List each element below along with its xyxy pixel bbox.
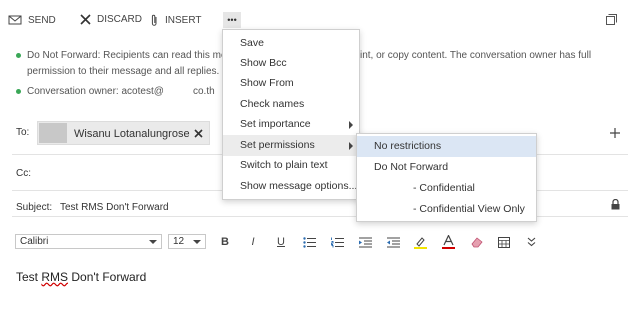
menu-item-check-names[interactable]: Check names <box>223 94 359 115</box>
more-options-menu: Save Show Bcc Show From Check names Set … <box>222 29 360 200</box>
menu-item-show-from[interactable]: Show From <box>223 73 359 94</box>
recipient-name: Wisanu Lotanalungrose <box>74 128 190 140</box>
font-color-icon <box>441 235 455 249</box>
indent-button[interactable] <box>357 234 373 250</box>
popout-button[interactable] <box>606 14 617 28</box>
more-options-button[interactable]: ••• <box>223 12 241 28</box>
owner-notice: Conversation owner: acotest@ <box>16 86 164 97</box>
recipient-chip[interactable]: Wisanu Lotanalungrose <box>37 121 210 145</box>
numbering-icon <box>330 237 344 247</box>
policy-notice: Do Not Forward: Recipients can read this… <box>16 50 232 61</box>
chevron-right-icon <box>349 121 353 129</box>
submenu-item-confidential-view-only[interactable]: - Confidential View Only <box>357 199 536 220</box>
insert-label: INSERT <box>165 15 202 26</box>
table-button[interactable] <box>496 234 512 250</box>
paperclip-icon <box>151 14 157 26</box>
outdent-icon <box>386 237 400 247</box>
policy-text-line2: permission to their message and all repl… <box>27 66 220 77</box>
avatar <box>39 123 67 143</box>
chevron-down-icon <box>149 240 157 244</box>
discard-button[interactable]: DISCARD <box>80 14 142 25</box>
close-icon <box>80 14 91 25</box>
highlight-icon <box>413 236 427 249</box>
menu-item-save[interactable]: Save <box>223 33 359 54</box>
message-body[interactable]: Test RMS Don't Forward <box>16 270 146 284</box>
cc-label: Cc: <box>16 168 31 179</box>
menu-item-show-bcc[interactable]: Show Bcc <box>223 53 359 74</box>
more-format-button[interactable] <box>523 234 539 250</box>
cc-field[interactable] <box>40 163 220 181</box>
owner-bullet <box>16 88 21 94</box>
bullets-button[interactable] <box>301 234 317 250</box>
font-select[interactable]: Calibri <box>15 234 162 249</box>
highlight-button[interactable] <box>412 234 428 250</box>
body-text-suffix: Don't Forward <box>68 270 147 284</box>
policy-text-left: Do Not Forward: Recipients can read this… <box>27 50 232 61</box>
discard-label: DISCARD <box>97 14 143 25</box>
menu-item-message-options[interactable]: Show message options... <box>223 176 359 197</box>
italic-button[interactable]: I <box>245 234 261 250</box>
more-label: ••• <box>227 15 237 25</box>
numbering-button[interactable] <box>329 234 345 250</box>
font-value: Calibri <box>20 236 49 247</box>
menu-item-label: Set importance <box>240 118 311 130</box>
lock-icon <box>611 199 620 210</box>
subject-label: Subject: <box>16 202 53 213</box>
send-button[interactable]: SEND <box>8 14 56 26</box>
bullets-icon <box>302 236 316 248</box>
body-text-prefix: Test <box>16 270 42 284</box>
underline-button[interactable]: U <box>273 234 289 250</box>
menu-item-set-permissions[interactable]: Set permissions <box>223 135 359 156</box>
chevron-down-icon <box>193 240 201 244</box>
bold-button[interactable]: B <box>217 234 233 250</box>
font-color-swatch <box>441 247 455 249</box>
popout-icon <box>606 14 617 25</box>
font-color-button[interactable] <box>440 234 456 250</box>
subject-input[interactable]: Test RMS Don't Forward <box>60 202 169 213</box>
policy-bullet <box>16 52 21 58</box>
insert-button[interactable]: INSERT <box>150 14 202 27</box>
font-size-select[interactable]: 12 <box>168 234 206 249</box>
remove-recipient-icon[interactable] <box>194 129 203 138</box>
clear-format-button[interactable] <box>469 234 485 250</box>
menu-item-set-importance[interactable]: Set importance <box>223 114 359 135</box>
more-icon <box>527 237 535 247</box>
owner-text-right: co.th <box>193 86 215 97</box>
send-icon <box>8 15 22 25</box>
menu-item-plain-text[interactable]: Switch to plain text <box>223 155 359 176</box>
indent-icon <box>358 237 372 247</box>
misspelled-word: RMS <box>41 270 69 284</box>
font-size-value: 12 <box>173 236 185 247</box>
plus-icon[interactable] <box>610 128 620 138</box>
permissions-submenu: No restrictions Do Not Forward - Confide… <box>356 133 537 222</box>
outdent-button[interactable] <box>385 234 401 250</box>
table-icon <box>498 236 510 248</box>
owner-text-left: Conversation owner: acotest@ <box>27 86 164 97</box>
to-label: To: <box>16 127 30 138</box>
clear-format-icon <box>471 237 483 248</box>
submenu-item-do-not-forward[interactable]: Do Not Forward <box>357 157 536 178</box>
submenu-item-no-restrictions[interactable]: No restrictions <box>357 136 536 157</box>
chevron-right-icon <box>349 142 353 150</box>
menu-item-label: Set permissions <box>240 139 315 151</box>
send-label: SEND <box>28 14 56 26</box>
highlight-swatch <box>413 246 427 249</box>
policy-text-right: int, or copy content. The conversation o… <box>360 50 592 61</box>
submenu-item-confidential[interactable]: - Confidential <box>357 178 536 199</box>
